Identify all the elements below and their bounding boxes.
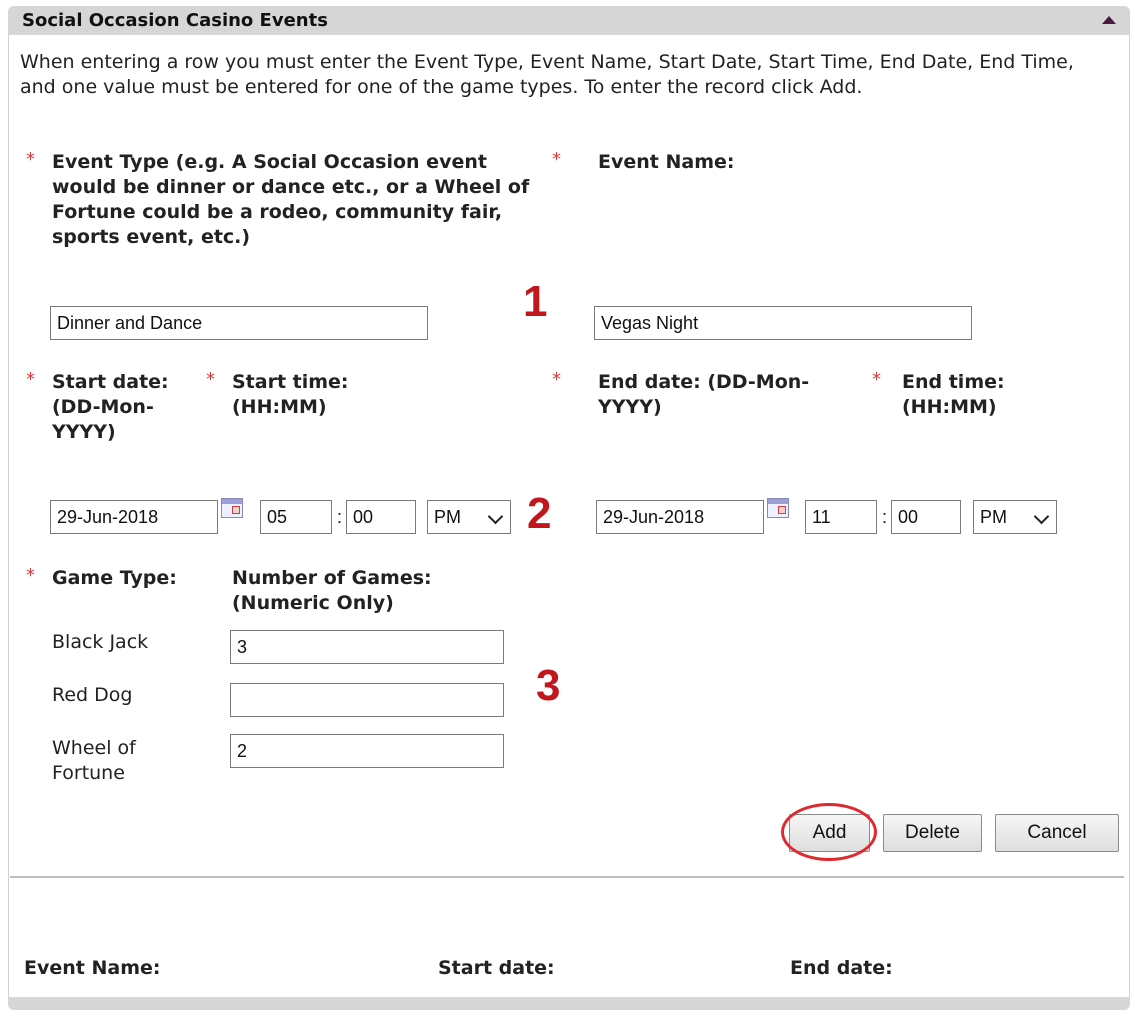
calendar-icon[interactable] [767, 498, 789, 518]
number-of-games-header: Number of Games: (Numeric Only) [232, 567, 432, 614]
game-type-black-jack: Black Jack [52, 631, 149, 653]
required-marker: * [26, 369, 35, 390]
highlight-ring [781, 803, 877, 861]
game-type-red-dog: Red Dog [52, 684, 133, 706]
panel-title: Social Occasion Casino Events [22, 10, 328, 31]
list-header-event-name: Event Name: [24, 957, 161, 979]
panel-header: Social Occasion Casino Events [8, 6, 1130, 35]
end-minute-input[interactable]: 00 [891, 500, 961, 534]
end-date-input[interactable]: 29-Jun-2018 [596, 500, 764, 534]
start-minute-input[interactable]: 00 [346, 500, 416, 534]
required-marker: * [552, 149, 561, 170]
black-jack-games-input[interactable]: 3 [230, 630, 504, 664]
end-hour-input[interactable]: 11 [805, 500, 877, 534]
annotation-number-3: 3 [536, 661, 561, 710]
event-type-label: Event Type (e.g. A Social Occasion event… [52, 151, 530, 248]
annotation-number-1: 1 [523, 277, 548, 326]
panel-border-right [1129, 35, 1130, 997]
start-hour-input[interactable]: 05 [260, 500, 332, 534]
event-name-label: Event Name: [598, 151, 735, 173]
list-header-end-date: End date: [790, 957, 893, 979]
instructions-text: When entering a row you must enter the E… [20, 51, 1074, 98]
end-date-label: End date: (DD-Mon-YYYY) [598, 371, 810, 418]
end-ampm-value: PM [980, 507, 1007, 527]
start-ampm-select[interactable]: PM [427, 500, 511, 534]
end-ampm-select[interactable]: PM [973, 500, 1057, 534]
event-name-input[interactable]: Vegas Night [594, 306, 972, 340]
collapse-icon[interactable] [1102, 16, 1116, 24]
cancel-button[interactable]: Cancel [995, 814, 1119, 852]
required-marker: * [206, 369, 215, 390]
start-ampm-value: PM [434, 507, 461, 527]
required-marker: * [26, 565, 35, 586]
list-header-start-date: Start date: [438, 957, 555, 979]
game-type-header: Game Type: [52, 567, 177, 589]
start-date-input[interactable]: 29-Jun-2018 [50, 500, 218, 534]
wheel-of-fortune-games-input[interactable]: 2 [230, 734, 504, 768]
required-marker: * [26, 149, 35, 170]
start-time-label: Start time: (HH:MM) [232, 371, 349, 418]
event-type-input[interactable]: Dinner and Dance [50, 306, 428, 340]
panel-footer [8, 997, 1130, 1010]
section-divider [10, 876, 1124, 878]
delete-button[interactable]: Delete [883, 814, 982, 852]
end-time-label: End time: (HH:MM) [902, 371, 1005, 418]
red-dog-games-input[interactable] [230, 683, 504, 717]
time-separator: : [337, 507, 343, 527]
game-type-wheel-of-fortune: Wheel of Fortune [52, 737, 136, 784]
chevron-down-icon [1033, 508, 1050, 525]
required-marker: * [552, 369, 561, 390]
annotation-number-2: 2 [527, 489, 552, 538]
required-marker: * [872, 369, 881, 390]
panel-border-left [8, 35, 9, 997]
chevron-down-icon [487, 508, 504, 525]
start-date-label: Start date: (DD-Mon-YYYY) [52, 371, 169, 443]
calendar-icon[interactable] [221, 498, 243, 518]
time-separator: : [882, 507, 888, 527]
